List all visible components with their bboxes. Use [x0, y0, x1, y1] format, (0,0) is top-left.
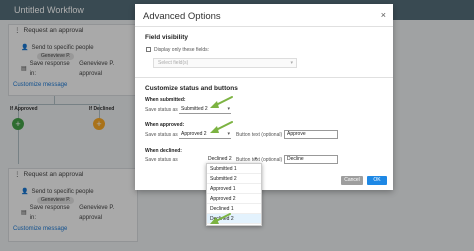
cancel-button[interactable]: Cancel — [341, 176, 363, 185]
close-icon[interactable]: × — [381, 10, 386, 20]
dropdown-option[interactable]: Declined 1 — [207, 204, 261, 214]
dropdown-option[interactable]: Submitted 1 — [207, 164, 261, 174]
decline-button-text-input[interactable]: Decline — [284, 155, 338, 164]
approved-label: When approved: — [145, 122, 185, 128]
dropdown-option-selected[interactable]: Declined 2 — [207, 214, 261, 224]
submitted-status-select[interactable]: Submitted 2 ▾ — [179, 104, 231, 114]
advanced-options-dialog: Advanced Options × Field visibility Disp… — [135, 4, 393, 190]
approved-status-select[interactable]: Approved 2 ▾ — [179, 129, 231, 139]
chevron-down-icon: ▾ — [227, 131, 230, 137]
declined-status-label: Save status as — [145, 157, 178, 163]
display-fields-checkbox[interactable] — [146, 47, 151, 52]
chevron-down-icon: ▾ — [290, 60, 293, 66]
customize-heading: Customize status and buttons — [145, 85, 238, 92]
status-dropdown-list[interactable]: Submitted 1 Submitted 2 Approved 1 Appro… — [206, 163, 262, 226]
divider — [135, 26, 393, 27]
field-visibility-heading: Field visibility — [145, 34, 188, 41]
declined-status-value: Declined 2 — [208, 156, 232, 162]
approved-status-label: Save status as — [145, 132, 178, 138]
display-fields-label: Display only these fields: — [154, 47, 210, 53]
submitted-status-value: Submitted 2 — [181, 106, 208, 112]
chevron-down-icon: ▾ — [227, 106, 230, 112]
dropdown-option[interactable]: Approved 2 — [207, 194, 261, 204]
submitted-status-label: Save status as — [145, 107, 178, 113]
field-select-placeholder: Select field(s) — [158, 60, 189, 66]
ok-button[interactable]: OK — [367, 176, 387, 185]
field-select[interactable]: Select field(s) ▾ — [153, 58, 297, 68]
submitted-label: When submitted: — [145, 97, 186, 103]
dropdown-option[interactable]: Submitted 2 — [207, 174, 261, 184]
approved-status-value: Approved 2 — [181, 131, 207, 137]
approve-button-text-input[interactable]: Approve — [284, 130, 338, 139]
dialog-title: Advanced Options — [143, 11, 221, 22]
divider — [135, 77, 393, 78]
declined-label: When declined: — [145, 148, 182, 154]
approved-button-label: Button text (optional) — [236, 132, 283, 138]
dropdown-option[interactable]: Approved 1 — [207, 184, 261, 194]
